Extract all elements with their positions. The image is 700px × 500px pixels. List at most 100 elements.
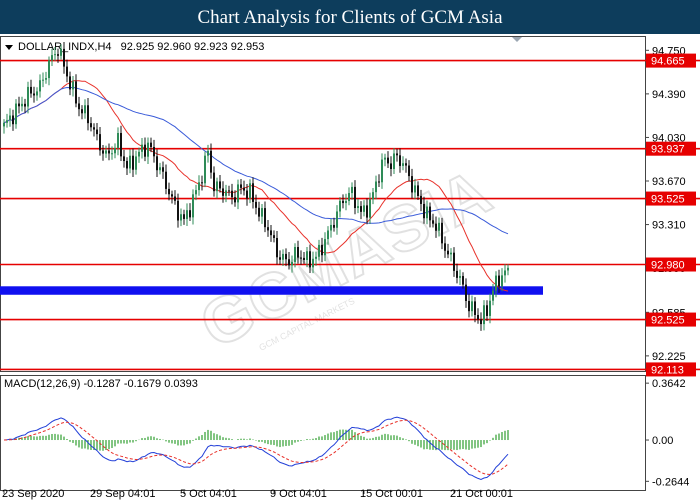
candle-bear	[96, 129, 98, 135]
candle-bull	[459, 276, 461, 278]
candle-bull	[426, 206, 428, 219]
candle-bear	[144, 144, 146, 157]
candle-bear	[411, 176, 413, 193]
candle-bull	[363, 205, 365, 212]
candle-bear	[258, 207, 260, 217]
candle-bull	[9, 115, 11, 121]
candle-bear	[33, 93, 35, 96]
candle-bear	[420, 195, 422, 204]
candle-bear	[333, 224, 335, 228]
candle-bear	[270, 230, 272, 236]
candle-bull	[492, 290, 494, 301]
candle-bear	[255, 201, 257, 208]
price-tick-label: 93.310	[652, 220, 686, 232]
candle-bear	[399, 155, 401, 166]
candle-bear	[30, 86, 32, 94]
time-tick-label: 21 Oct 00:01	[450, 488, 513, 500]
candle-bull	[507, 267, 509, 271]
candle-bear	[396, 153, 398, 156]
macd-pane: MACD(12,26,9) -0.1287 -0.1679 0.0393	[0, 375, 646, 491]
candle-bull	[54, 54, 56, 56]
candle-bear	[408, 165, 410, 177]
time-tick-label: 5 Oct 04:01	[180, 488, 237, 500]
macd-tick-label: -0.2644	[652, 476, 689, 488]
candle-bear	[276, 237, 278, 258]
candle-bull	[159, 167, 161, 171]
candle-bear	[69, 76, 71, 90]
candle-bear	[102, 150, 104, 154]
support-zone-layer	[0, 286, 543, 295]
candle-bull	[348, 193, 350, 201]
macd-label: MACD(12,26,9) -0.1287 -0.1679 0.0393	[4, 378, 198, 390]
candle-bear	[285, 253, 287, 260]
price-tick-label: 92.225	[652, 351, 686, 363]
candle-bear	[228, 190, 230, 192]
candle-bear	[279, 257, 281, 260]
candle-bear	[462, 276, 464, 285]
candle-bear	[78, 103, 80, 110]
candle-bear	[366, 205, 368, 218]
candle-bull	[471, 301, 473, 312]
candle-bear	[354, 186, 356, 208]
candle-bull	[192, 194, 194, 218]
candle-bear	[456, 270, 458, 278]
candle-bear	[75, 81, 77, 104]
candle-bull	[249, 183, 251, 199]
candle-bear	[234, 197, 236, 203]
candle-bear	[447, 250, 449, 255]
candle-bull	[369, 199, 371, 218]
candle-bull	[294, 247, 296, 262]
candle-bear	[288, 259, 290, 266]
candle-bull	[114, 147, 116, 154]
candle-bull	[225, 190, 227, 196]
candle-bull	[483, 305, 485, 325]
candle-bear	[108, 150, 110, 154]
candle-bear	[93, 127, 95, 130]
candle-bull	[117, 132, 119, 148]
ohlc-values: 92.925 92.960 92.923 92.953	[121, 41, 265, 53]
candle-bear	[189, 210, 191, 218]
candle-bull	[504, 270, 506, 276]
macd-tick-label: 0.00	[652, 435, 673, 447]
candle-bear	[480, 319, 482, 325]
candle-bull	[384, 157, 386, 160]
level-tag-label: 93.937	[651, 144, 685, 156]
candle-bull	[105, 150, 107, 154]
candle-bull	[129, 155, 131, 169]
candle-bear	[474, 301, 476, 315]
candle-bull	[438, 222, 440, 231]
candle-bull	[351, 186, 353, 194]
candle-bull	[60, 48, 62, 56]
candle-bull	[393, 153, 395, 169]
candle-bull	[3, 122, 5, 127]
chart-title-banner: Chart Analysis for Clients of GCM Asia	[0, 0, 700, 34]
candle-bull	[198, 182, 200, 191]
candle-bear	[153, 146, 155, 157]
candle-bear	[123, 156, 125, 162]
time-tick-label: 23 Sep 2020	[2, 488, 64, 500]
candle-bear	[222, 188, 224, 196]
candle-bear	[90, 123, 92, 128]
candle-bear	[273, 235, 275, 238]
candle-bear	[252, 183, 254, 202]
candle-bear	[240, 184, 242, 188]
candle-bear	[246, 190, 248, 199]
candle-bull	[402, 163, 404, 166]
candle-bull	[339, 200, 341, 212]
candle-bear	[219, 181, 221, 189]
candle-bear	[390, 163, 392, 169]
time-tick-label: 29 Sep 04:01	[90, 488, 155, 500]
candle-bull	[39, 80, 41, 92]
candle-bull	[306, 251, 308, 260]
candle-bear	[486, 305, 488, 316]
candle-bull	[51, 55, 53, 61]
price-tick-label: 94.390	[652, 89, 686, 101]
candle-bear	[432, 220, 434, 224]
candle-bull	[195, 190, 197, 195]
candle-bear	[150, 142, 152, 147]
level-tag-label: 94.665	[651, 56, 685, 68]
candle-bull	[36, 91, 38, 96]
candle-bull	[141, 144, 143, 152]
candle-bull	[318, 244, 320, 257]
candle-bull	[315, 256, 317, 259]
